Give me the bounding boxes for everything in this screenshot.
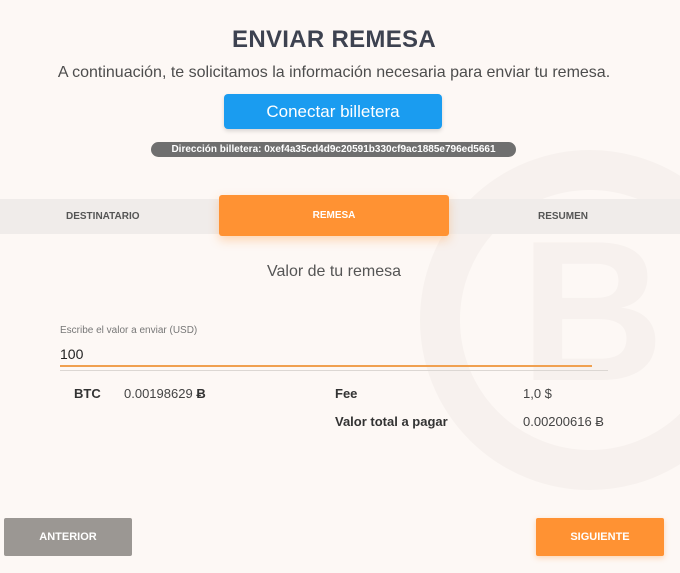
divider — [60, 370, 608, 371]
next-button[interactable]: SIGUIENTE — [536, 518, 664, 556]
btc-amount: 0.00198629 — [124, 386, 193, 401]
wallet-address-badge: Dirección billetera: 0xef4a35cd4d9c20591… — [151, 142, 516, 157]
bitcoin-symbol-icon: Ƀ — [196, 386, 206, 401]
total-label: Valor total a pagar — [335, 414, 448, 429]
btc-value: 0.00198629 Ƀ — [124, 386, 206, 401]
amount-input[interactable] — [60, 343, 592, 367]
fee-value: 1,0 $ — [523, 386, 552, 401]
total-value: 0.00200616 Ƀ — [523, 414, 604, 429]
fee-label: Fee — [335, 386, 358, 401]
section-title: Valor de tu remesa — [267, 263, 401, 280]
btc-label: BTC — [74, 386, 101, 401]
page-title: ENVIAR REMESA — [232, 26, 436, 53]
page-subtitle: A continuación, te solicitamos la inform… — [57, 64, 611, 81]
step-remesa[interactable]: REMESA — [219, 195, 449, 236]
step-destinatario[interactable]: DESTINATARIO — [66, 211, 140, 222]
previous-button[interactable]: ANTERIOR — [4, 518, 132, 556]
connect-wallet-button[interactable]: Conectar billetera — [224, 94, 442, 129]
step-resumen[interactable]: RESUMEN — [538, 211, 588, 222]
amount-field-label: Escribe el valor a enviar (USD) — [60, 325, 198, 336]
